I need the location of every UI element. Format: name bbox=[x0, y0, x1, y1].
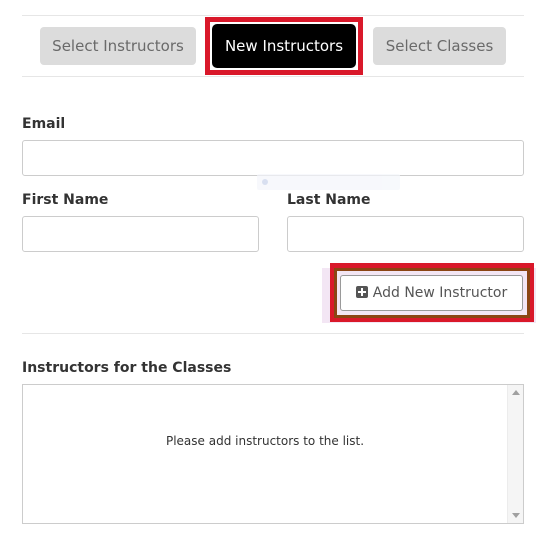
last-name-field[interactable] bbox=[287, 216, 524, 252]
last-name-label: Last Name bbox=[287, 192, 371, 208]
top-divider bbox=[22, 15, 524, 16]
scroll-up-arrow-icon[interactable] bbox=[512, 390, 520, 395]
tabs-divider bbox=[22, 76, 524, 77]
faded-tooltip bbox=[257, 174, 400, 190]
plus-square-icon bbox=[355, 286, 368, 298]
tab-new-instructors[interactable]: New Instructors bbox=[212, 24, 356, 68]
empty-list-message: Please add instructors to the list. bbox=[165, 434, 365, 448]
email-label: Email bbox=[22, 116, 66, 132]
listbox-scrollbar[interactable] bbox=[507, 385, 523, 523]
instructors-list-label: Instructors for the Classes bbox=[22, 360, 232, 376]
tab-select-instructors[interactable]: Select Instructors bbox=[40, 27, 196, 65]
email-field[interactable] bbox=[22, 140, 524, 176]
add-new-instructor-label: Add New Instructor bbox=[372, 285, 508, 301]
tooltip-dot-icon bbox=[262, 179, 268, 185]
section-divider bbox=[22, 333, 524, 334]
first-name-label: First Name bbox=[22, 192, 109, 208]
instructors-listbox[interactable]: Please add instructors to the list. bbox=[22, 384, 524, 524]
tab-select-classes[interactable]: Select Classes bbox=[373, 27, 506, 65]
scroll-down-arrow-icon[interactable] bbox=[512, 513, 520, 518]
add-new-instructor-button[interactable]: Add New Instructor bbox=[340, 275, 523, 311]
new-instructors-panel: Select Instructors New Instructors Selec… bbox=[0, 0, 540, 535]
first-name-field[interactable] bbox=[22, 216, 259, 252]
